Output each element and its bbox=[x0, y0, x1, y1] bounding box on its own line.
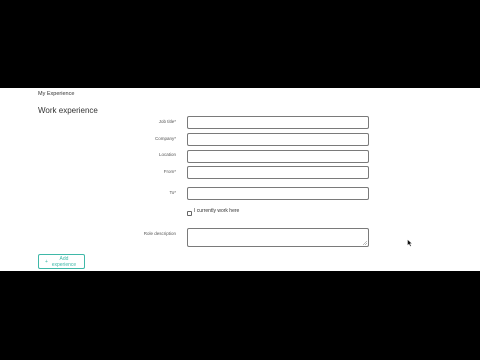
currently-work-here-label: I currently work here bbox=[194, 208, 240, 214]
work-experience-heading: Work experience bbox=[38, 106, 98, 115]
role-description-textarea[interactable] bbox=[187, 228, 369, 247]
add-experience-button[interactable]: + Add experience bbox=[38, 254, 85, 269]
resize-handle-icon[interactable] bbox=[363, 241, 367, 245]
job-title-input[interactable] bbox=[187, 116, 369, 129]
company-input[interactable] bbox=[187, 133, 369, 146]
job-title-label: Job title* bbox=[158, 119, 176, 124]
to-label: To* bbox=[169, 190, 176, 195]
section-tab-my-experience: My Experience bbox=[38, 91, 75, 97]
role-description-label: Role description bbox=[143, 231, 176, 236]
to-date-input[interactable] bbox=[187, 187, 369, 200]
currently-work-here-checkbox[interactable] bbox=[187, 211, 192, 216]
add-experience-label: Add experience bbox=[51, 255, 77, 268]
location-input[interactable] bbox=[187, 150, 369, 163]
location-label: Location bbox=[158, 152, 176, 157]
company-label: Company* bbox=[154, 136, 176, 141]
from-label: From* bbox=[163, 169, 176, 174]
mouse-cursor-icon bbox=[407, 239, 413, 247]
from-date-input[interactable] bbox=[187, 166, 369, 179]
plus-icon: + bbox=[45, 258, 48, 265]
